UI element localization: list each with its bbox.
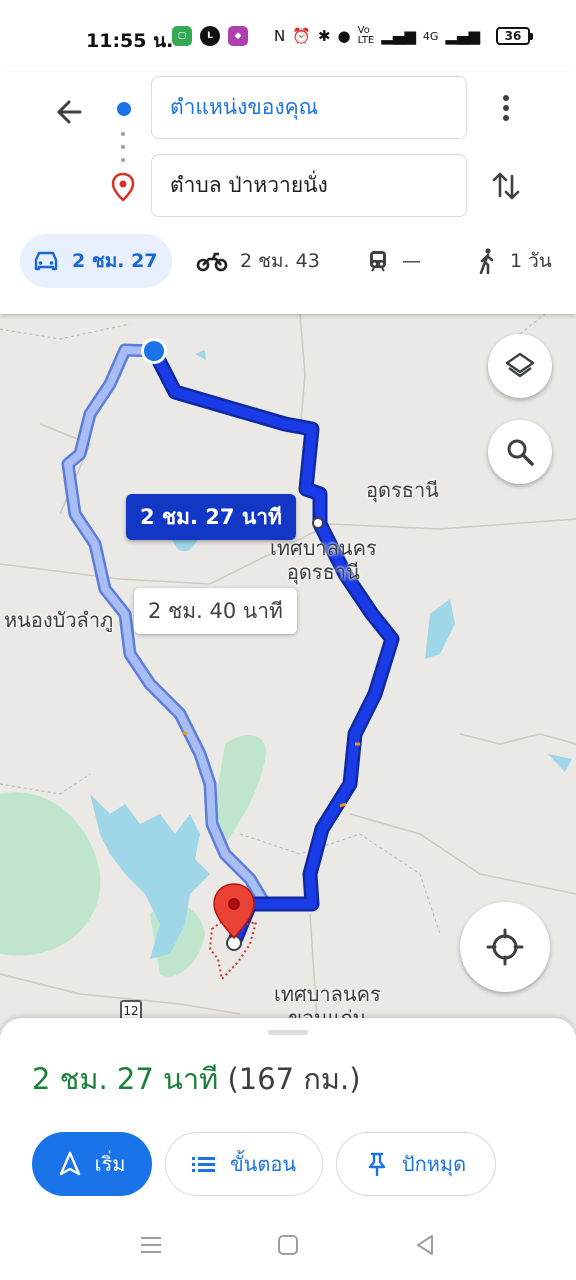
back-nav-icon[interactable] xyxy=(410,1230,440,1260)
map-label-udon-municipality: เทศบาลนคร อุดรธานี xyxy=(270,536,377,584)
destination-field[interactable]: ตำบล ป่าหวายนั่ง xyxy=(151,154,467,217)
more-options-button[interactable] xyxy=(488,90,524,126)
route-connector-icon xyxy=(121,132,125,162)
navigation-arrow-icon xyxy=(59,1151,80,1176)
destination-pin-icon xyxy=(111,172,135,202)
main-route-duration-label[interactable]: 2 ชม. 27 นาที xyxy=(126,494,296,540)
nfc-icon: N xyxy=(274,27,286,45)
park-area xyxy=(0,792,101,956)
tab-walking-label: 1 วัน xyxy=(510,250,552,272)
city-marker xyxy=(312,517,324,529)
app-notification-icon: ◆ xyxy=(228,26,248,46)
route-summary: 2 ชม. 27 นาที (167 กม.) xyxy=(32,1056,361,1102)
walk-icon xyxy=(479,248,494,274)
pin-button-label: ปักหมุด xyxy=(401,1152,467,1176)
back-button[interactable] xyxy=(50,92,90,132)
recent-apps-icon[interactable] xyxy=(136,1230,166,1260)
tab-driving-label: 2 ชม. 27 xyxy=(72,250,158,272)
train-icon xyxy=(370,251,386,272)
map-label-udon-thani: อุดรธานี xyxy=(366,478,439,502)
motorcycle-icon xyxy=(196,252,228,272)
pushpin-icon xyxy=(368,1152,386,1177)
search-icon xyxy=(507,439,534,466)
origin-field[interactable]: ตำแหน่งของคุณ xyxy=(151,76,467,139)
lake-water xyxy=(425,599,455,659)
volte-icon: Vo LTE xyxy=(357,25,375,46)
list-icon xyxy=(191,1157,215,1172)
bluetooth-icon: ✱ xyxy=(317,27,331,45)
system-nav-bar xyxy=(0,1208,576,1280)
location-icon: ● xyxy=(337,27,351,45)
tab-transit-label: — xyxy=(402,250,421,272)
swap-vert-icon xyxy=(492,172,520,200)
network-type-icon: 4G xyxy=(422,29,439,43)
swap-button[interactable] xyxy=(488,168,524,204)
origin-dot-icon xyxy=(113,98,133,118)
route-distance: (167 กม.) xyxy=(227,1062,361,1096)
start-button-label: เริ่ม xyxy=(94,1152,126,1176)
start-button[interactable]: เริ่ม xyxy=(32,1132,152,1196)
tab-motorcycle[interactable]: 2 ชม. 43 xyxy=(184,234,334,288)
layers-button[interactable] xyxy=(488,334,552,398)
travel-mode-tabs: 2 ชม. 27 2 ชม. 43 — 1 วัน xyxy=(20,234,566,288)
tab-transit[interactable]: — xyxy=(354,234,454,288)
status-time: 11:55 น. xyxy=(86,30,174,52)
steps-button[interactable]: ขั้นตอน xyxy=(165,1132,323,1196)
home-icon[interactable] xyxy=(273,1230,303,1260)
car-icon xyxy=(34,251,58,271)
drag-handle[interactable] xyxy=(268,1030,308,1035)
line-app-icon: L xyxy=(200,26,220,46)
alarm-icon: ⏰ xyxy=(292,27,311,45)
signal-icon: ▂▄▆ xyxy=(381,27,416,45)
alt-route-duration-label[interactable]: 2 ชม. 40 นาที xyxy=(134,588,297,634)
map-label-nong-bua-lamphu: หนองบัวลำภู xyxy=(4,608,114,632)
more-vert-icon xyxy=(503,95,509,121)
tab-driving[interactable]: 2 ชม. 27 xyxy=(20,234,172,288)
route-duration: 2 ชม. 27 นาที xyxy=(32,1062,219,1096)
my-location-button[interactable] xyxy=(460,902,550,992)
battery-icon: 36 xyxy=(496,27,533,45)
layers-icon xyxy=(505,352,535,378)
destination-pin-icon[interactable] xyxy=(213,883,255,940)
directions-header: ตำแหน่งของคุณ ตำบล ป่าหวายนั่ง 2 ชม. 27 … xyxy=(0,72,576,314)
messages-app-icon: ▢ xyxy=(172,26,192,46)
pin-button[interactable]: ปักหมุด xyxy=(336,1132,496,1196)
crosshair-icon xyxy=(486,928,524,966)
park-area xyxy=(213,735,267,843)
steps-button-label: ขั้นตอน xyxy=(229,1152,296,1176)
signal-2-icon: ▂▄▆ xyxy=(445,27,480,45)
search-along-route-button[interactable] xyxy=(488,420,552,484)
arrow-back-icon xyxy=(56,100,82,124)
route-summary-sheet[interactable]: 2 ชม. 27 นาที (167 กม.) เริ่ม ขั้นตอน ปั… xyxy=(0,1018,576,1280)
status-icons: N ⏰ ✱ ● Vo LTE ▂▄▆ 4G ▂▄▆ xyxy=(274,26,480,46)
status-bar: 11:55 น. ▢ L ◆ N ⏰ ✱ ● Vo LTE ▂▄▆ 4G ▂▄▆ … xyxy=(0,0,576,72)
map-view[interactable]: อุดรธานี เทศบาลนคร อุดรธานี หนองบัวลำภู … xyxy=(0,314,576,1034)
tab-walking[interactable]: 1 วัน xyxy=(464,234,566,288)
tab-motorcycle-label: 2 ชม. 43 xyxy=(240,250,320,272)
